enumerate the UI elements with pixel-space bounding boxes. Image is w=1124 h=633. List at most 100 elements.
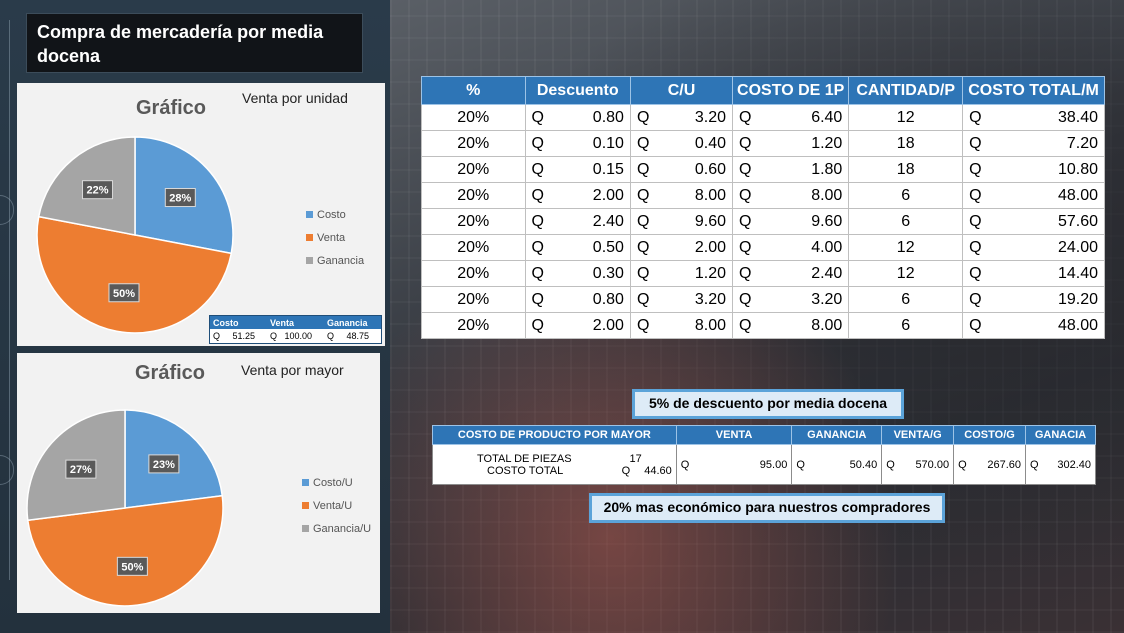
cell-costo-1p: Q 2.40 xyxy=(732,260,850,287)
cell-pct: 20% xyxy=(421,208,526,235)
costo-1p-value: 4.00 xyxy=(811,238,843,256)
legend-item-ganancia-u: Ganancia/U xyxy=(302,517,371,540)
cell-cu: Q 0.60 xyxy=(629,156,734,183)
money-cell: Q 48.00 xyxy=(969,187,1098,205)
summary-costo-g-value: 267.60 xyxy=(987,458,1022,471)
mini-header-costo: Costo xyxy=(213,317,239,328)
mini-cell-costo: Q 51.25 xyxy=(213,331,256,341)
money-cell: Q 0.30 xyxy=(532,265,624,283)
summary-header-costo-g: COSTO/G xyxy=(953,425,1027,445)
currency: Q xyxy=(636,264,650,282)
currency: Q xyxy=(886,458,895,471)
table-body: 20% Q 0.80 Q 3.20 Q 6.40 12 Q 38.40 20% Q 0.10 Q 0.40 Q… xyxy=(421,104,1105,339)
cell-costo-total: Q 48.00 xyxy=(962,312,1105,339)
money-cell: Q 19.20 xyxy=(969,291,1098,309)
cu-value: 3.20 xyxy=(694,108,727,126)
chart-subtitle: Venta por unidad xyxy=(242,90,348,106)
cantidad-value: 18 xyxy=(896,160,915,178)
table-row: 20% Q 0.50 Q 2.00 Q 4.00 12 Q 24.00 xyxy=(421,234,1105,261)
money-cell: Q 3.20 xyxy=(637,291,726,309)
currency: Q xyxy=(636,186,650,204)
cell-pct: 20% xyxy=(421,286,526,313)
table-row: 20% Q 2.00 Q 8.00 Q 8.00 6 Q 48.00 xyxy=(421,312,1105,339)
costo-total: COSTO TOTAL Q 44.60 xyxy=(437,465,672,477)
summary-venta-g-value: 570.00 xyxy=(915,458,950,471)
legend-swatch xyxy=(306,257,313,264)
money-cell: Q 14.40 xyxy=(969,265,1098,283)
currency: Q xyxy=(531,212,544,230)
cu-value: 8.00 xyxy=(694,186,727,204)
pie-chart: 28% 50% 22% xyxy=(36,136,234,334)
cell-descuento: Q 0.15 xyxy=(524,156,631,183)
cell-cu: Q 3.20 xyxy=(629,286,734,313)
summary-header-row: COSTO DE PRODUCTO POR MAYOR VENTA GANANC… xyxy=(432,425,1096,445)
discount-banner: 5% de descuento por media docena xyxy=(632,389,904,419)
money-cell: Q 0.15 xyxy=(532,161,624,179)
chart-legend: Costo Venta Ganancia xyxy=(306,203,364,272)
summary-cell-costo-g: Q 267.60 xyxy=(953,444,1027,485)
pct-value: 20% xyxy=(457,186,490,204)
money-cell: Q 8.00 xyxy=(637,187,726,205)
currency: Q xyxy=(969,108,982,126)
table-row: 20% Q 0.15 Q 0.60 Q 1.80 18 Q 10.80 xyxy=(421,156,1105,183)
cell-pct: 20% xyxy=(421,130,526,157)
currency: Q xyxy=(739,264,752,282)
currency: Q xyxy=(969,264,982,282)
pie-chart: 23% 50% 27% xyxy=(26,409,224,607)
money-cell: Q 8.00 xyxy=(637,317,726,335)
legend-item-ganancia: Ganancia xyxy=(306,249,364,272)
legend-label: Venta/U xyxy=(313,499,353,512)
cell-costo-total: Q 24.00 xyxy=(962,234,1105,261)
summary-cell-costo-producto: TOTAL DE PIEZAS 17 COSTO TOTAL Q 44.60 xyxy=(432,444,677,485)
descuento-value: 2.00 xyxy=(592,316,624,334)
costo-total-value: 57.60 xyxy=(1057,212,1098,230)
pie-data-label: 27% xyxy=(65,459,97,479)
money-cell: Q 48.00 xyxy=(969,317,1098,335)
cantidad-value: 18 xyxy=(896,134,915,152)
costo-total-value: 19.20 xyxy=(1057,290,1098,308)
money-cell: Q 2.00 xyxy=(637,239,726,257)
cell-costo-total: Q 14.40 xyxy=(962,260,1105,287)
cell-costo-total: Q 10.80 xyxy=(962,156,1105,183)
legend-swatch xyxy=(302,502,309,509)
costo-total-value: 24.00 xyxy=(1057,238,1098,256)
currency: Q xyxy=(636,238,650,256)
costo-total-value: 7.20 xyxy=(1066,134,1098,152)
summary-cell-ganacia: Q 302.40 xyxy=(1025,444,1096,485)
descuento-value: 0.80 xyxy=(592,108,624,126)
cu-value: 9.60 xyxy=(694,212,727,230)
summary-cell-ganancia: Q 50.40 xyxy=(791,444,883,485)
cell-pct: 20% xyxy=(421,312,526,339)
legend-item-costo: Costo xyxy=(306,203,364,226)
cell-cantidad: 12 xyxy=(848,104,964,131)
currency: Q xyxy=(531,108,544,126)
summary-venta-value: 95.00 xyxy=(759,458,788,471)
money-cell: Q 0.60 xyxy=(637,161,726,179)
pie-label-text: 28% xyxy=(169,193,191,205)
cell-cantidad: 18 xyxy=(848,130,964,157)
currency: Q xyxy=(531,160,544,178)
currency: Q xyxy=(531,290,544,308)
descuento-value: 2.40 xyxy=(592,212,624,230)
cell-descuento: Q 2.40 xyxy=(524,208,631,235)
money-cell: Q 38.40 xyxy=(969,109,1098,127)
money-cell: Q 1.80 xyxy=(739,161,842,179)
currency: Q xyxy=(739,186,752,204)
money-cell: Q 9.60 xyxy=(637,213,726,231)
header-costo-total: COSTO TOTAL/M xyxy=(962,76,1105,105)
pie-label-text: 50% xyxy=(113,288,135,300)
summary-cell-venta-g: Q 570.00 xyxy=(881,444,955,485)
legend-item-costo-u: Costo/U xyxy=(302,471,371,494)
costo-total-value: 44.60 xyxy=(644,464,672,477)
cell-cantidad: 12 xyxy=(848,260,964,287)
cu-value: 0.40 xyxy=(694,134,727,152)
cell-pct: 20% xyxy=(421,156,526,183)
money-cell: Q 8.00 xyxy=(739,317,842,335)
summary-header-venta: VENTA xyxy=(675,425,793,445)
mini-header-venta: Venta xyxy=(270,317,295,328)
currency: Q xyxy=(636,290,650,308)
costo-1p-value: 1.20 xyxy=(811,134,843,152)
cu-value: 8.00 xyxy=(694,316,727,334)
costo-total-value: 14.40 xyxy=(1057,264,1098,282)
costo-1p-value: 2.40 xyxy=(811,264,843,282)
